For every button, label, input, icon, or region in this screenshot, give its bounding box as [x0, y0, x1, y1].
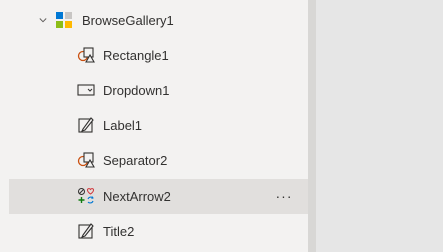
icon-control-icon: [77, 187, 95, 205]
tree-item-separator2[interactable]: Separator2: [9, 143, 308, 178]
gallery-icon: [55, 11, 73, 29]
more-options-button[interactable]: ···: [274, 187, 294, 205]
tree-item-label: Rectangle1: [103, 48, 169, 63]
shape-icon: [77, 151, 95, 169]
shape-icon: [77, 46, 95, 64]
chevron-down-icon[interactable]: [39, 16, 47, 24]
tree-item-label: Label1: [103, 118, 143, 133]
tree-item-label: Dropdown1: [103, 83, 170, 98]
tree-item-rectangle1[interactable]: Rectangle1: [9, 38, 308, 73]
label-edit-icon: [77, 222, 95, 240]
tree-item-dropdown1[interactable]: Dropdown1: [9, 73, 308, 108]
tree-item-label: BrowseGallery1: [82, 13, 174, 28]
tree-view-panel: BrowseGallery1 Rectangle1 Dropdown1 Labe…: [9, 0, 308, 252]
panel-left-edge: [0, 0, 9, 252]
tree-item-label: Separator2: [103, 153, 168, 168]
tree-item-nextarrow2[interactable]: NextArrow2 ···: [9, 179, 308, 214]
canvas-area: [316, 0, 443, 252]
tree-item-label: Title2: [103, 224, 135, 239]
tree-scrollbar[interactable]: [308, 0, 316, 252]
tree-item-label1[interactable]: Label1: [9, 108, 308, 143]
dropdown-icon: [77, 81, 95, 99]
tree-item-browsegallery1[interactable]: BrowseGallery1: [9, 3, 308, 38]
tree-item-title2[interactable]: Title2: [9, 214, 308, 249]
tree-item-label: NextArrow2: [103, 189, 171, 204]
label-edit-icon: [77, 116, 95, 134]
